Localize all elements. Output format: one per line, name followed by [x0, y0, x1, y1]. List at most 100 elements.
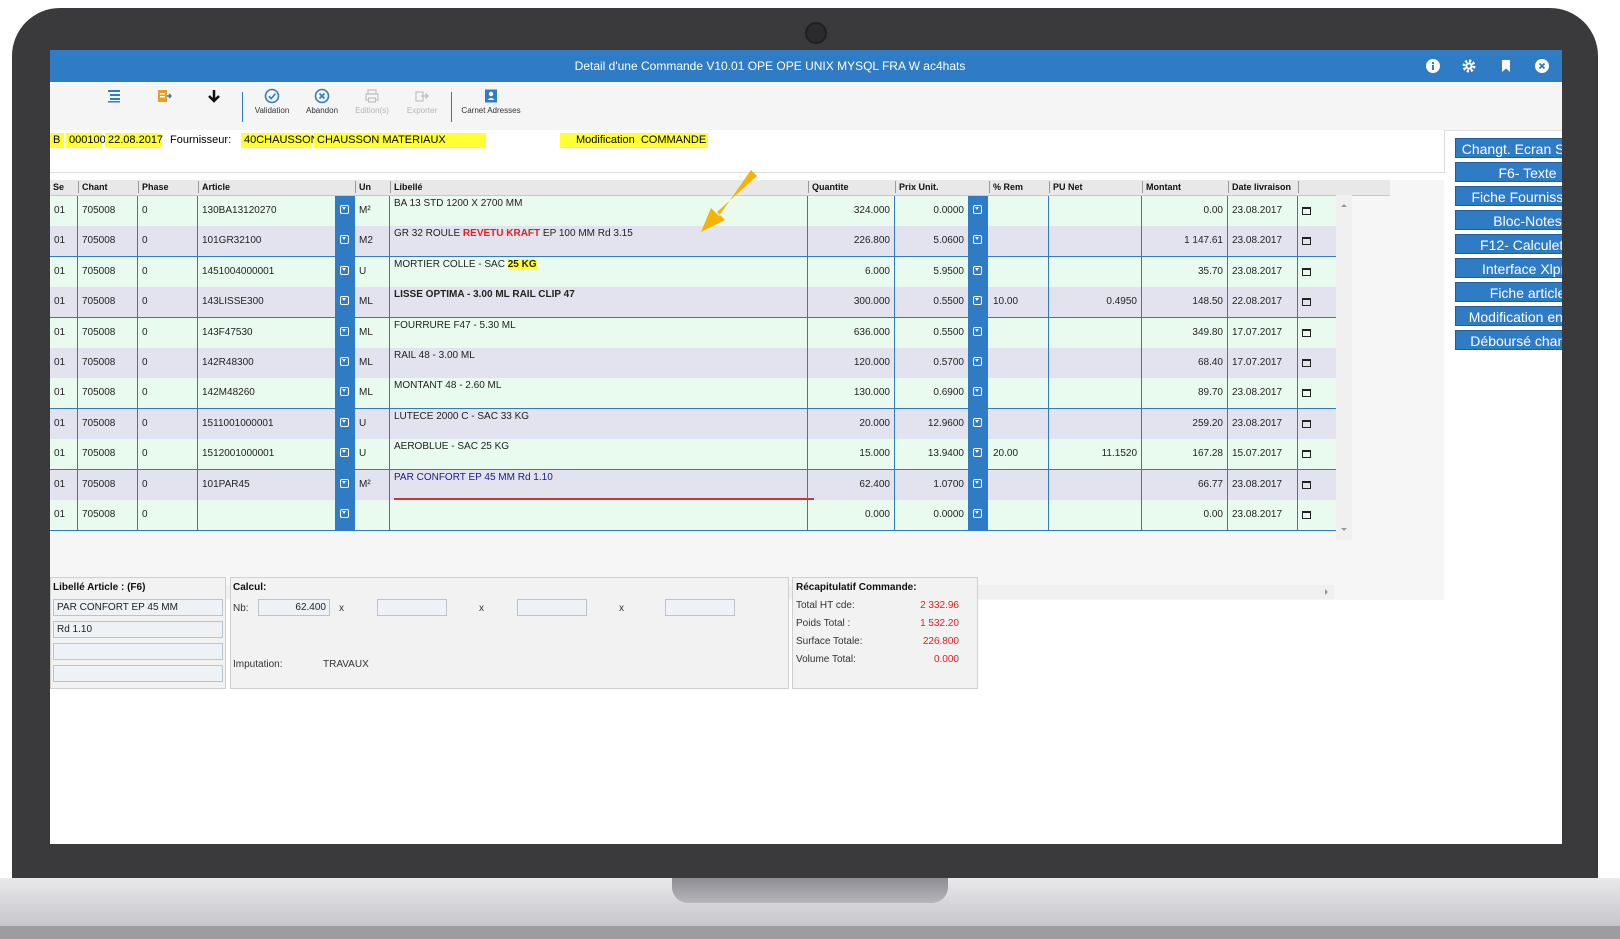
cell-prix[interactable]: 0.6900 [895, 378, 969, 409]
validation-button[interactable]: Validation [247, 88, 297, 115]
cell-article[interactable]: 1512001000001 [198, 439, 336, 470]
cell-un[interactable]: ML [355, 317, 390, 348]
cell-punet[interactable] [1049, 348, 1142, 378]
table-row[interactable]: 01 705008 0 142M48260 ML MONTANT 48 - 2.60 ML… [50, 378, 1348, 410]
cell-date[interactable]: 23.08.2017 [1228, 256, 1298, 287]
libelle-line-4[interactable] [53, 665, 223, 682]
cell-qty[interactable]: 636.000 [808, 317, 895, 348]
cell-libelle[interactable]: FOURRURE F47 - 5.30 ML [390, 317, 808, 348]
scroll-right-icon[interactable] [1320, 585, 1332, 599]
cell-punet[interactable] [1049, 408, 1142, 439]
cell-chant[interactable]: 705008 [78, 287, 138, 318]
insert-button[interactable] [139, 88, 189, 106]
cell-article[interactable]: 101PAR45 [198, 469, 336, 500]
cell-prix[interactable]: 0.0000 [895, 500, 969, 530]
calendar-icon[interactable] [1302, 298, 1311, 307]
table-row[interactable]: 01 705008 0 1512001000001 U AEROBLUE - SAC 25… [50, 439, 1348, 471]
scroll-up-icon[interactable] [1336, 199, 1352, 211]
lookup-button[interactable] [969, 196, 988, 226]
bloc-notes-button[interactable]: Bloc-Notes [1455, 210, 1562, 230]
exporter-button[interactable]: Exporter [397, 88, 447, 115]
cell-punet[interactable]: 0.4950 [1049, 287, 1142, 318]
cell-qty[interactable]: 324.000 [808, 196, 895, 226]
cell-se[interactable]: 01 [50, 256, 78, 287]
cell-un[interactable]: M² [355, 196, 390, 226]
cell-date[interactable]: 23.08.2017 [1228, 469, 1298, 500]
cell-qty[interactable]: 120.000 [808, 348, 895, 378]
cell-phase[interactable]: 0 [138, 317, 198, 348]
lookup-button[interactable] [969, 378, 988, 409]
cell-punet[interactable] [1049, 317, 1142, 348]
lookup-button[interactable] [969, 500, 988, 530]
cell-article[interactable]: 142M48260 [198, 378, 336, 409]
cell-article[interactable]: 130BA13120270 [198, 196, 336, 226]
cell-rem[interactable] [989, 378, 1049, 409]
cell-punet[interactable] [1049, 500, 1142, 530]
debourse-chantier-button[interactable]: Déboursé chantier [1455, 330, 1562, 350]
cell-punet[interactable] [1049, 469, 1142, 500]
table-row[interactable]: 01 705008 0 1451004000001 U MORTIER COLLE - S… [50, 256, 1348, 288]
cell-chant[interactable]: 705008 [78, 408, 138, 439]
cell-phase[interactable]: 0 [138, 196, 198, 226]
calendar-icon[interactable] [1302, 419, 1311, 428]
cell-rem[interactable] [989, 348, 1049, 378]
supplier-code[interactable]: 40CHAUSSON [241, 133, 319, 148]
libelle-line-3[interactable] [53, 643, 223, 660]
cell-article[interactable]: 1511001000001 [198, 408, 336, 439]
list-button[interactable] [89, 88, 139, 106]
libelle-line-1[interactable]: PAR CONFORT EP 45 MM [53, 599, 223, 616]
lookup-button[interactable] [969, 469, 988, 500]
cell-montant[interactable]: 68.40 [1142, 348, 1228, 378]
col-chant[interactable]: Chant [78, 181, 108, 193]
cell-prix[interactable]: 5.9500 [895, 256, 969, 287]
table-row[interactable]: 01 705008 0 101PAR45 M² PAR CONFORT EP 45 MM … [50, 469, 1348, 501]
lookup-button[interactable] [969, 317, 988, 348]
cell-prix[interactable]: 0.5500 [895, 287, 969, 318]
lookup-button[interactable] [336, 317, 355, 348]
cell-rem[interactable] [989, 196, 1049, 226]
cell-montant[interactable]: 0.00 [1142, 500, 1228, 530]
cell-prix[interactable]: 0.5700 [895, 348, 969, 378]
cell-montant[interactable]: 89.70 [1142, 378, 1228, 409]
cell-qty[interactable]: 300.000 [808, 287, 895, 318]
table-row[interactable]: 01 705008 0 142R48300 ML RAIL 48 - 3.00 ML 120… [50, 348, 1348, 379]
cell-montant[interactable]: 66.77 [1142, 469, 1228, 500]
cell-montant[interactable]: 349.80 [1142, 317, 1228, 348]
f6-texte-button[interactable]: F6- Texte [1455, 162, 1562, 182]
cell-date[interactable]: 23.08.2017 [1228, 378, 1298, 409]
editions-button[interactable]: Edition(s) [347, 88, 397, 115]
cell-article[interactable]: 1451004000001 [198, 256, 336, 287]
table-row[interactable]: 01 705008 0 0.000 0.0000 0.00 23.08.2017 [50, 500, 1348, 531]
lookup-button[interactable] [336, 287, 355, 318]
cell-qty[interactable]: 20.000 [808, 408, 895, 439]
cell-un[interactable]: M2 [355, 226, 390, 257]
cell-rem[interactable]: 20.00 [989, 439, 1049, 470]
calc-factor-2[interactable] [377, 599, 447, 616]
down-button[interactable] [189, 88, 239, 106]
cell-un[interactable]: U [355, 439, 390, 470]
gear-icon[interactable] [1461, 58, 1477, 74]
lookup-button[interactable] [336, 378, 355, 409]
lookup-button[interactable] [969, 287, 988, 318]
cell-phase[interactable]: 0 [138, 500, 198, 530]
calendar-icon[interactable] [1302, 267, 1311, 276]
lookup-button[interactable] [336, 469, 355, 500]
cell-rem[interactable]: 10.00 [989, 287, 1049, 318]
lookup-button[interactable] [336, 439, 355, 470]
calendar-icon[interactable] [1302, 237, 1311, 246]
col-article[interactable]: Article [198, 181, 230, 193]
fiche-article-button[interactable]: Fiche article [1455, 282, 1562, 302]
cell-phase[interactable]: 0 [138, 226, 198, 257]
calendar-icon[interactable] [1302, 207, 1311, 215]
cell-punet[interactable] [1049, 256, 1142, 287]
cell-se[interactable]: 01 [50, 500, 78, 530]
cell-libelle[interactable] [390, 500, 808, 530]
cell-date[interactable]: 23.08.2017 [1228, 408, 1298, 439]
table-row[interactable]: 01 705008 0 143LISSE300 ML LISSE OPTIMA - 3.0… [50, 287, 1348, 319]
cell-article[interactable]: 143F47530 [198, 317, 336, 348]
modification-entete-button[interactable]: Modification entete [1455, 306, 1562, 326]
cell-rem[interactable] [989, 256, 1049, 287]
cell-prix[interactable]: 12.9600 [895, 408, 969, 439]
cell-qty[interactable]: 0.000 [808, 500, 895, 530]
calendar-icon[interactable] [1302, 359, 1311, 367]
